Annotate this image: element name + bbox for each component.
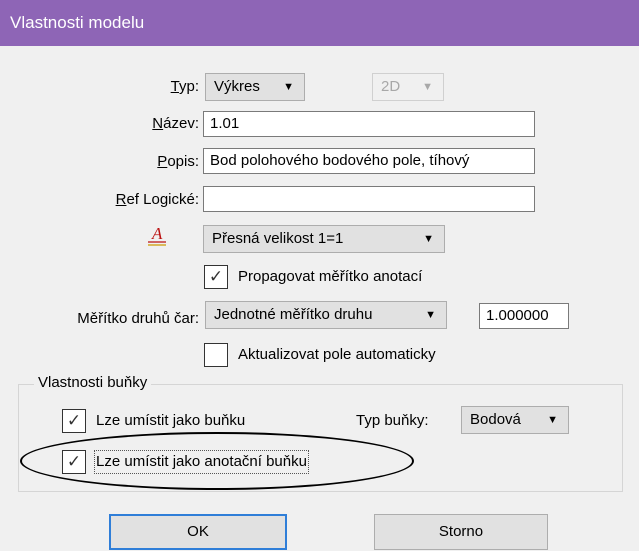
chevron-down-icon: ▼ bbox=[423, 233, 434, 245]
checkmark-icon: ✓ bbox=[66, 411, 82, 430]
model-properties-dialog: Vlastnosti modelu Typ: Výkres ▼ 2D ▼ Náz… bbox=[0, 0, 639, 551]
annotation-scale-value: Přesná velikost 1=1 bbox=[212, 230, 344, 247]
type-label: Typ: bbox=[170, 78, 199, 95]
name-label: Název: bbox=[152, 115, 199, 132]
chevron-down-icon: ▼ bbox=[422, 81, 433, 93]
propagate-scale-label: Propagovat měřítko anotací bbox=[238, 268, 423, 285]
window-title: Vlastnosti modelu bbox=[0, 0, 639, 46]
line-style-scale-dropdown[interactable]: Jednotné měřítko druhu ▼ bbox=[205, 301, 447, 329]
auto-update-fields-label: Aktualizovat pole automaticky bbox=[238, 346, 436, 363]
chevron-down-icon: ▼ bbox=[425, 309, 436, 321]
cancel-button[interactable]: Storno bbox=[374, 514, 548, 550]
dimension-dropdown: 2D ▼ bbox=[372, 73, 444, 101]
checkmark-icon: ✓ bbox=[208, 267, 224, 286]
logical-ref-label: Ref Logické: bbox=[115, 191, 199, 208]
svg-text:A: A bbox=[151, 224, 163, 243]
name-field[interactable]: 1.01 bbox=[203, 111, 535, 137]
cell-properties-group bbox=[18, 384, 623, 492]
chevron-down-icon: ▼ bbox=[547, 414, 558, 426]
place-as-annotation-cell-checkbox[interactable]: ✓ bbox=[62, 450, 86, 474]
auto-update-fields-checkbox[interactable] bbox=[204, 343, 228, 367]
description-label: Popis: bbox=[157, 153, 199, 170]
checkmark-icon: ✓ bbox=[66, 452, 82, 471]
logical-ref-field[interactable] bbox=[203, 186, 535, 212]
place-as-cell-label: Lze umístit jako buňku bbox=[96, 412, 246, 429]
propagate-scale-checkbox[interactable]: ✓ bbox=[204, 265, 228, 289]
cell-properties-title: Vlastnosti buňky bbox=[34, 373, 152, 393]
cell-type-value: Bodová bbox=[470, 411, 521, 428]
type-dropdown[interactable]: Výkres ▼ bbox=[205, 73, 305, 101]
chevron-down-icon: ▼ bbox=[283, 81, 294, 93]
dimension-value: 2D bbox=[381, 78, 401, 95]
line-style-scale-label: Měřítko druhů čar: bbox=[77, 310, 199, 327]
annotation-scale-icon: A bbox=[147, 224, 167, 248]
cell-type-dropdown[interactable]: Bodová ▼ bbox=[461, 406, 569, 434]
line-style-scale-factor-field[interactable]: 1.000000 bbox=[479, 303, 569, 329]
place-as-cell-checkbox[interactable]: ✓ bbox=[62, 409, 86, 433]
place-as-annotation-cell-label: Lze umístit jako anotační buňku bbox=[94, 450, 309, 474]
cell-type-label: Typ buňky: bbox=[356, 412, 429, 429]
ok-button[interactable]: OK bbox=[109, 514, 287, 550]
line-style-scale-value: Jednotné měřítko druhu bbox=[214, 306, 373, 323]
description-field[interactable]: Bod polohového bodového pole, tíhový bbox=[203, 148, 535, 174]
type-value: Výkres bbox=[214, 78, 260, 95]
annotation-scale-dropdown[interactable]: Přesná velikost 1=1 ▼ bbox=[203, 225, 445, 253]
